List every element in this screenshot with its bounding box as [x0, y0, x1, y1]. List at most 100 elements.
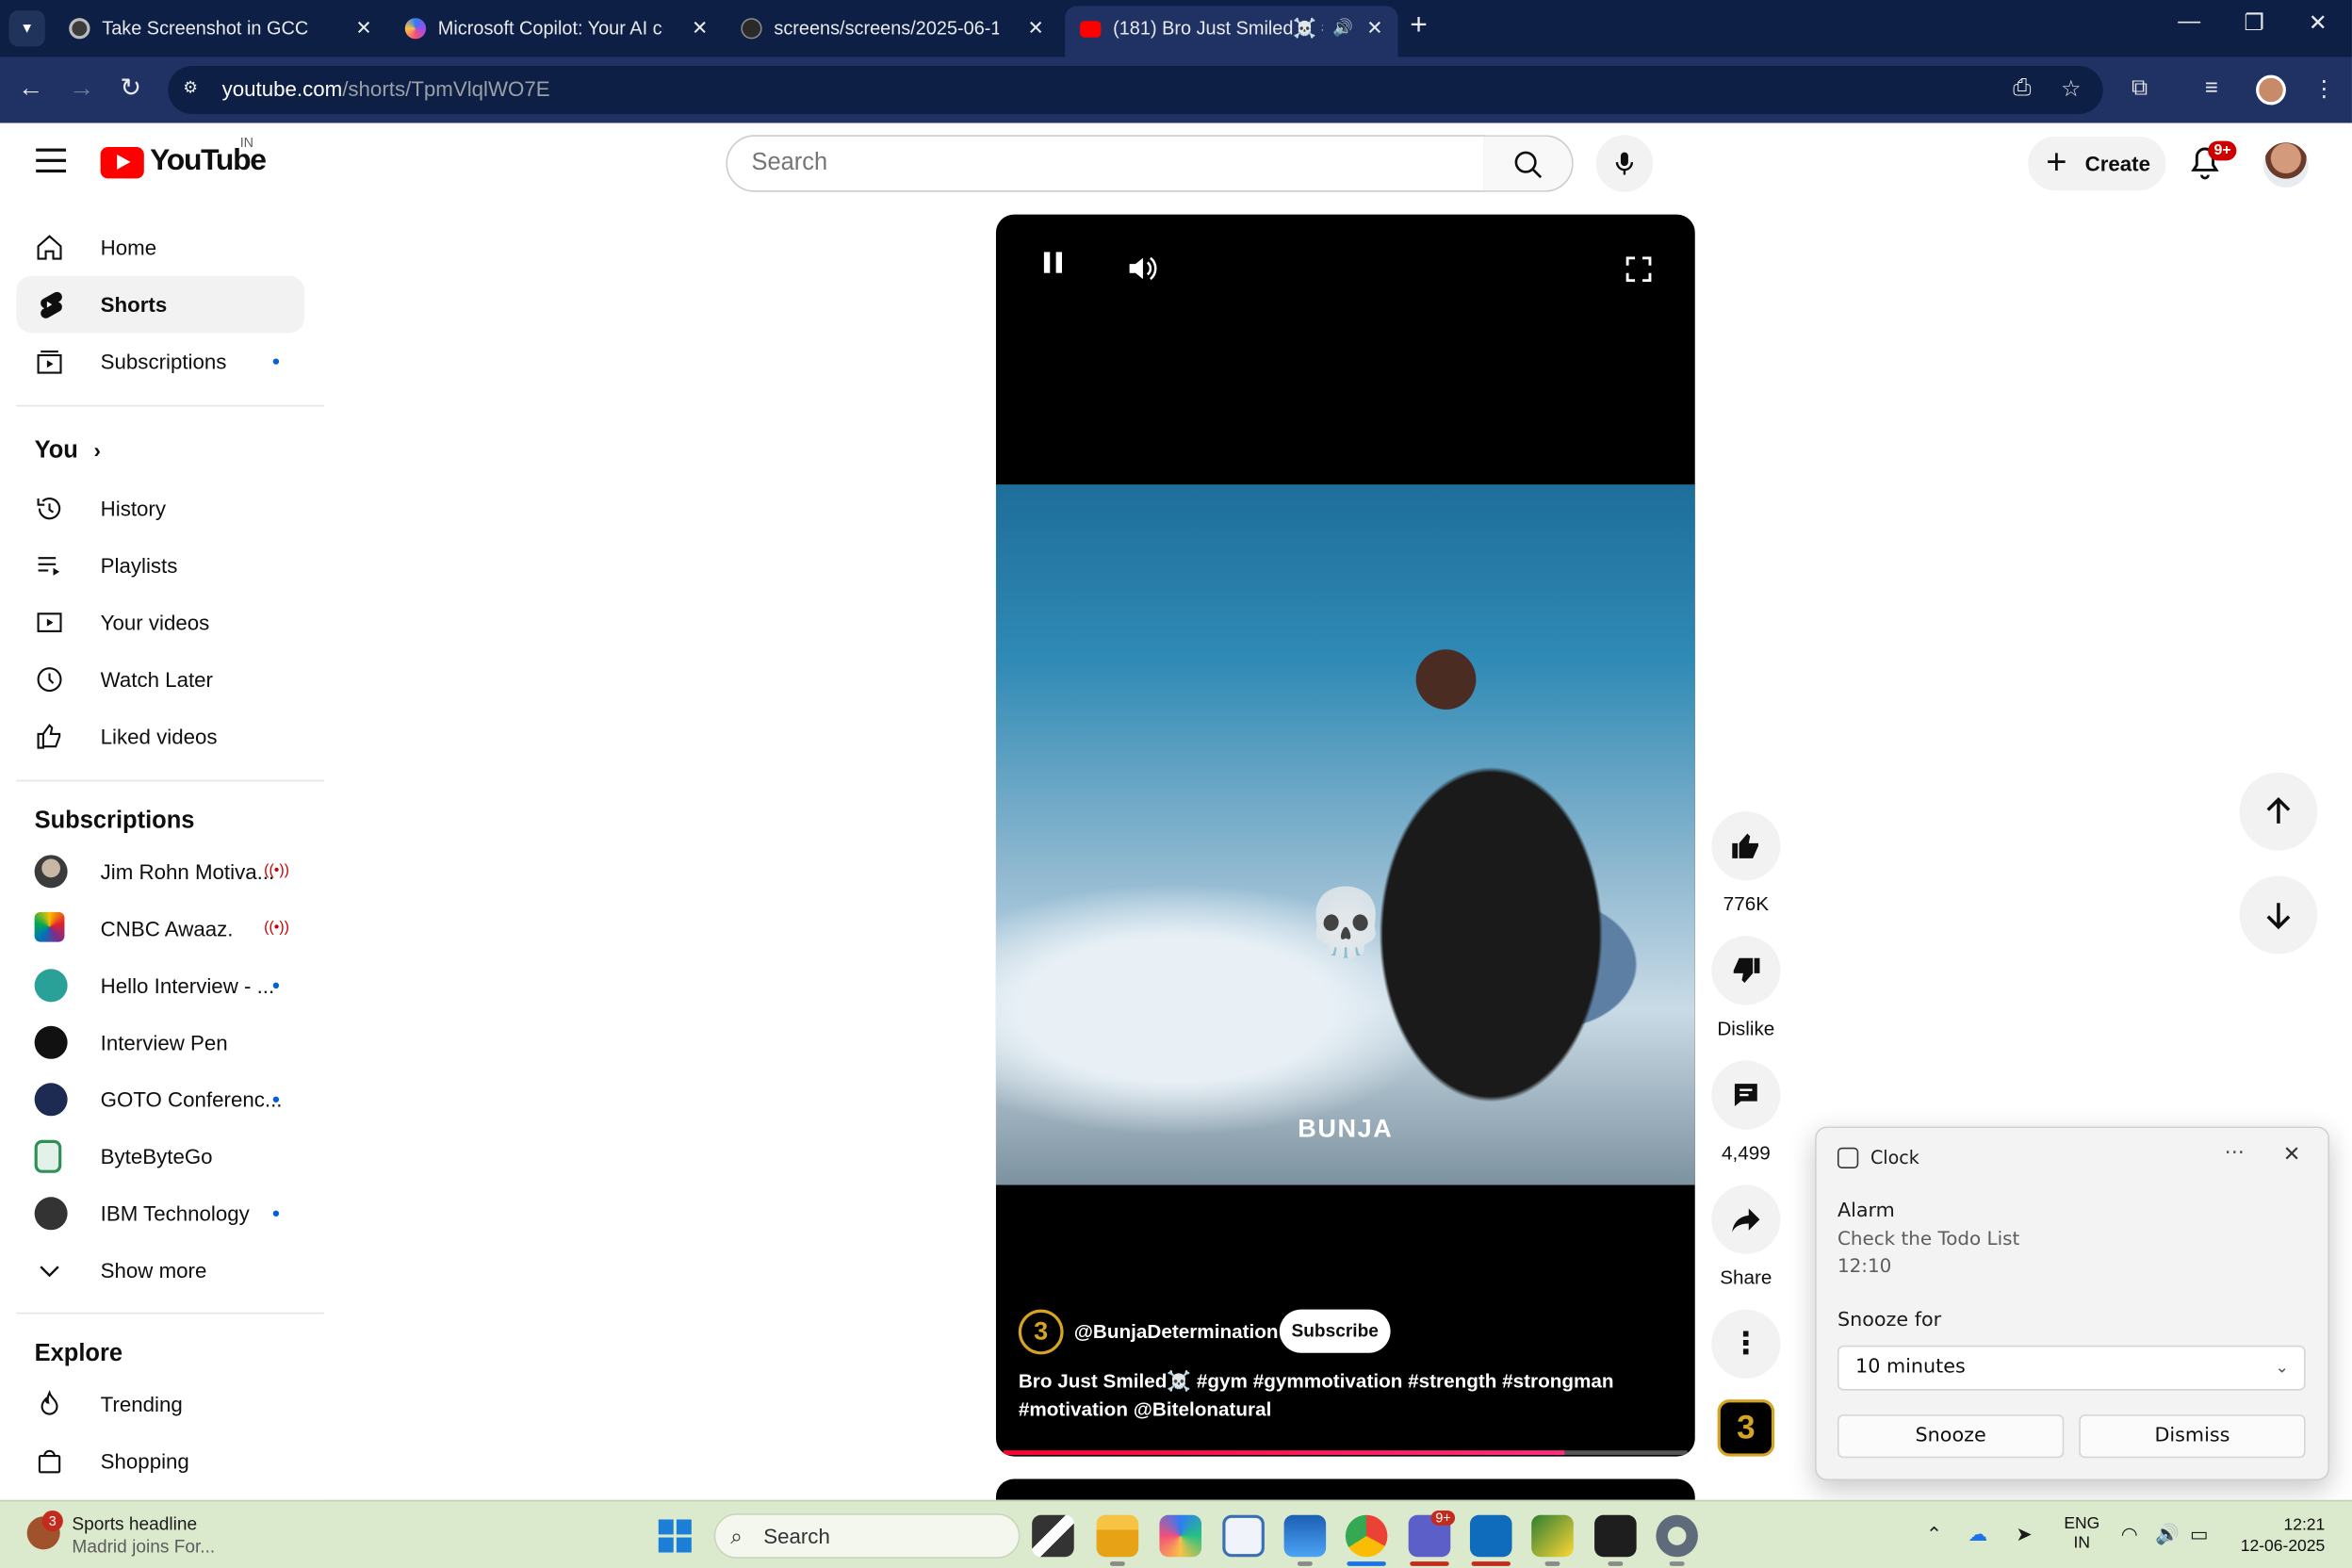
snooze-duration-select[interactable]: 10 minutes ⌄ — [1837, 1345, 2306, 1391]
taskbar-search[interactable]: ⌕ Search — [713, 1513, 1021, 1559]
close-tab-icon[interactable]: ✕ — [1366, 6, 1382, 51]
sidebar-subscription-item[interactable]: CNBC Awaaz. ((•)) — [17, 900, 305, 956]
browser-tab[interactable]: Microsoft Copilot: Your AI comp ✕ — [390, 6, 723, 51]
sound-source-channel-icon[interactable]: 3 — [1717, 1399, 1775, 1457]
share-button[interactable] — [1711, 1184, 1781, 1254]
address-bar[interactable]: ⚙ youtube.com/shorts/TpmVlqlWO7E — [168, 66, 2103, 114]
show-hidden-icons-chevron-icon[interactable]: ⌃ — [1926, 1523, 1942, 1546]
new-content-dot — [272, 1210, 280, 1217]
speaker-icon[interactable]: 🔊 — [2155, 1523, 2180, 1546]
outlook-icon[interactable] — [1469, 1514, 1512, 1558]
extensions-icon[interactable]: ⧉ — [2132, 75, 2148, 101]
sidebar-subscription-item[interactable]: ByteByteGo — [17, 1128, 305, 1184]
chrome-taskbar-icon[interactable] — [1345, 1514, 1388, 1558]
comments-button[interactable] — [1711, 1060, 1781, 1130]
reload-icon[interactable]: ↻ — [120, 74, 141, 104]
channel-name-link[interactable]: @BunjaDetermination — [1074, 1320, 1279, 1343]
browser-tab[interactable]: Take Screenshot in GCC ✕ — [54, 6, 386, 51]
dislike-button[interactable] — [1711, 936, 1781, 1005]
sidebar-item-liked-videos[interactable]: Liked videos — [17, 708, 305, 764]
create-button[interactable]: + Create — [2028, 136, 2166, 191]
sidebar-item-your-videos[interactable]: Your videos — [17, 594, 305, 650]
install-app-icon[interactable]: ⎙ — [2013, 75, 2031, 101]
new-tab-button[interactable]: + — [1410, 9, 1428, 44]
restore-window-icon[interactable]: ❐ — [2244, 9, 2263, 37]
like-action[interactable]: 776K — [1711, 811, 1781, 915]
search-button[interactable] — [1483, 135, 1574, 192]
tab-search-button[interactable]: ▾ — [8, 10, 45, 47]
pause-icon[interactable] — [1041, 251, 1065, 274]
forward-icon[interactable]: → — [69, 74, 94, 104]
paint-app-icon[interactable] — [1531, 1514, 1574, 1558]
tab-audio-icon[interactable]: 🔊 — [1332, 6, 1353, 51]
sidebar-show-more[interactable]: Show more — [17, 1242, 305, 1298]
sidebar-item-home[interactable]: Home — [17, 219, 305, 275]
onedrive-cloud-icon[interactable]: ☁ — [1968, 1523, 1987, 1546]
sidebar-subscription-item[interactable]: Jim Rohn Motiva... ((•)) — [17, 843, 305, 900]
account-avatar[interactable] — [2263, 142, 2309, 188]
media-controls-icon[interactable]: ≡ — [2205, 75, 2218, 101]
sidebar-item-subscriptions[interactable]: Subscriptions — [17, 333, 305, 389]
shorts-player[interactable]: 💀 BUNJA 3 @BunjaDetermination Subscribe … — [995, 214, 1695, 1457]
close-window-icon[interactable]: ✕ — [2309, 9, 2328, 37]
sidebar-subscription-item[interactable]: IBM Technology — [17, 1185, 305, 1242]
sidebar-item-history[interactable]: History — [17, 480, 305, 536]
more-horizontal-icon[interactable]: ··· — [2225, 1141, 2245, 1165]
file-explorer-icon[interactable] — [1096, 1514, 1139, 1558]
window-app-icon[interactable] — [1222, 1514, 1265, 1558]
snooze-button[interactable]: Snooze — [1837, 1414, 2065, 1459]
like-button[interactable] — [1711, 811, 1781, 881]
dismiss-button[interactable]: Dismiss — [2079, 1414, 2306, 1459]
you-section-heading[interactable]: You › — [35, 438, 101, 466]
terminal-icon[interactable] — [1594, 1514, 1637, 1558]
search-input[interactable] — [727, 136, 1448, 191]
input-language-indicator[interactable]: ENG IN — [2064, 1515, 2099, 1554]
taskbar-clock[interactable]: 12:21 12-06-2025 — [2229, 1515, 2326, 1558]
close-tab-icon[interactable]: ✕ — [1028, 6, 1044, 51]
sidebar-item-watch-later[interactable]: Watch Later — [17, 651, 305, 708]
more-options-button[interactable]: ⋮ — [1711, 1309, 1781, 1379]
share-action[interactable]: Share — [1711, 1184, 1781, 1288]
sidebar-subscription-item[interactable]: Hello Interview - ... — [17, 957, 305, 1014]
battery-icon[interactable]: ▭ — [2190, 1523, 2209, 1546]
next-short-button[interactable] — [2239, 875, 2318, 955]
sidebar-item-shopping[interactable]: Shopping — [17, 1432, 305, 1489]
channel-avatar[interactable]: 3 — [1018, 1309, 1064, 1355]
previous-short-button[interactable] — [2239, 772, 2318, 851]
comments-action[interactable]: 4,499 — [1711, 1060, 1781, 1164]
close-tab-icon[interactable]: ✕ — [355, 6, 371, 51]
browser-tab-active[interactable]: (181) Bro Just Smiled☠️ #g 🔊 ✕ — [1065, 6, 1398, 57]
location-arrow-icon[interactable]: ➤ — [2016, 1523, 2032, 1546]
fullscreen-icon[interactable] — [1625, 256, 1652, 283]
wifi-icon[interactable]: ◠ — [2121, 1523, 2138, 1546]
chrome-menu-icon[interactable]: ⋮ — [2313, 75, 2336, 102]
close-tab-icon[interactable]: ✕ — [692, 6, 708, 51]
chrome-profile-avatar[interactable] — [2256, 74, 2286, 106]
more-actions[interactable]: ⋮ — [1711, 1309, 1781, 1391]
dislike-action[interactable]: Dislike — [1711, 936, 1781, 1039]
next-short-preview[interactable] — [995, 1478, 1695, 1500]
video-progress-bar[interactable] — [1003, 1450, 1688, 1456]
microsoft-365-icon[interactable] — [1159, 1514, 1202, 1558]
bookmark-star-icon[interactable]: ☆ — [2061, 75, 2081, 102]
voice-search-button[interactable] — [1595, 135, 1654, 192]
subscribe-button[interactable]: Subscribe — [1279, 1309, 1391, 1353]
sidebar-item-trending[interactable]: Trending — [17, 1376, 305, 1432]
close-icon[interactable]: ✕ — [2283, 1143, 2301, 1167]
volume-icon[interactable] — [1128, 255, 1158, 283]
sidebar-item-playlists[interactable]: Playlists — [17, 537, 305, 594]
stocks-widget-icon[interactable] — [1283, 1514, 1327, 1558]
sidebar-subscription-item[interactable]: Interview Pen — [17, 1014, 305, 1070]
menu-hamburger-icon[interactable] — [36, 148, 67, 173]
browser-tab[interactable]: screens/screens/2025-06-12_09 ✕ — [726, 6, 1058, 51]
short-video-frame[interactable]: 💀 BUNJA — [995, 484, 1695, 1185]
minimize-window-icon[interactable]: — — [2178, 9, 2200, 35]
back-icon[interactable]: ← — [18, 74, 43, 104]
site-info-icon[interactable]: ⚙ — [183, 78, 204, 99]
sidebar-subscription-item[interactable]: GOTO Conferenc... — [17, 1071, 305, 1128]
settings-gear-icon[interactable] — [1656, 1514, 1698, 1558]
short-caption[interactable]: Bro Just Smiled☠️ #gym #gymmotivation #s… — [1019, 1366, 1649, 1423]
sidebar-item-shorts[interactable]: Shorts — [16, 275, 305, 334]
windows-start-icon[interactable] — [658, 1519, 692, 1553]
task-view-icon[interactable] — [1032, 1514, 1074, 1558]
